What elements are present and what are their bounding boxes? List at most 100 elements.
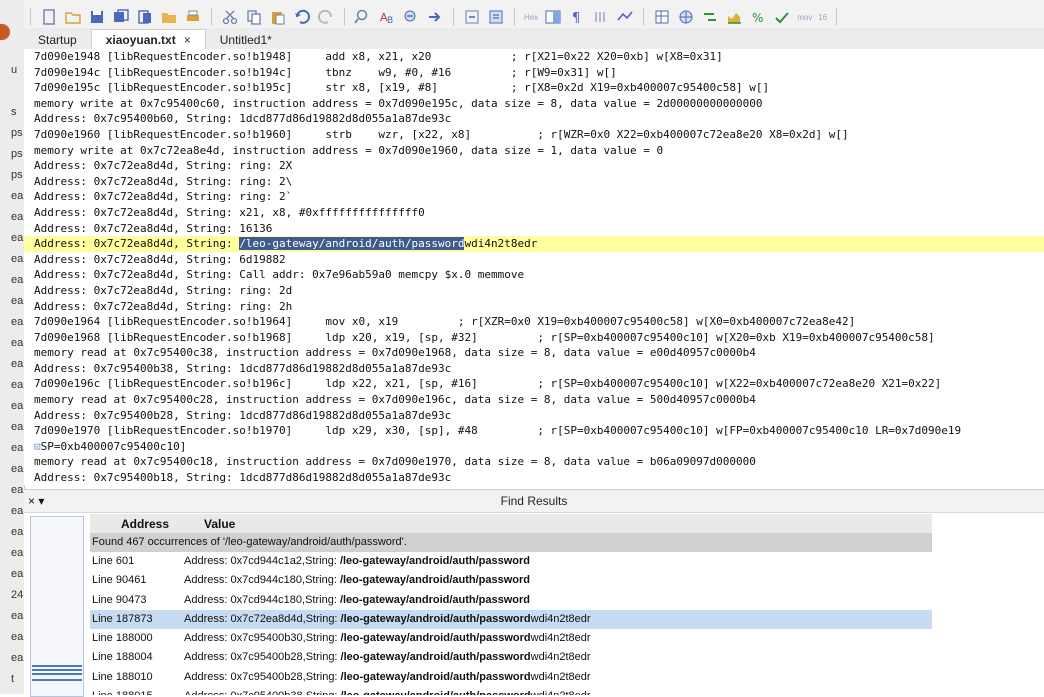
app-badge-icon: [0, 24, 10, 40]
result-row[interactable]: Line 187873 Address: 0x7c72ea8d4d,String:…: [90, 609, 932, 630]
result-row[interactable]: Line 90473 Address: 0x7cd944c180,String: …: [90, 591, 932, 610]
cut-icon[interactable]: [219, 6, 241, 28]
results-summary[interactable]: Found 467 occurrences of '/leo-gateway/a…: [90, 533, 932, 552]
columns-icon[interactable]: [590, 6, 612, 28]
toolbar-separator: [344, 8, 345, 26]
editor-line[interactable]: 7d090e1964 [libRequestEncoder.so!b1964] …: [24, 314, 1044, 330]
editor-line[interactable]: Address: 0x7c72ea8d4d, String: 6d19882: [24, 252, 1044, 268]
editor-line[interactable]: Address: 0x7c72ea8d4d, String: /leo-gate…: [24, 236, 1044, 252]
chart-icon[interactable]: [723, 6, 745, 28]
editor-line[interactable]: Address: 0x7c72ea8d4d, String: ring: 2`: [24, 189, 1044, 205]
find-in-files-icon[interactable]: [400, 6, 422, 28]
globe-icon[interactable]: [675, 6, 697, 28]
check-icon[interactable]: [771, 6, 793, 28]
find-icon[interactable]: [352, 6, 374, 28]
print-icon[interactable]: [182, 6, 204, 28]
copy-icon[interactable]: [243, 6, 265, 28]
results-overview-scrollbar[interactable]: [30, 516, 84, 697]
redo-icon[interactable]: [315, 6, 337, 28]
paste-icon[interactable]: [267, 6, 289, 28]
tab-1[interactable]: xiaoyuan.txt ×: [90, 29, 206, 49]
compare-icon[interactable]: [699, 6, 721, 28]
editor-line[interactable]: ⊡SP=0xb400007c95400c10]: [24, 439, 1044, 455]
result-line-number: Line 188004: [92, 651, 153, 664]
editor-line[interactable]: Address: 0x7c72ea8d4d, String: ring: 2d: [24, 283, 1044, 299]
editor-line[interactable]: Address: 0x7c95400b18, String: 1dcd877d8…: [24, 470, 1044, 485]
column-header-value[interactable]: Value: [200, 517, 235, 531]
result-line-number: Line 90461: [92, 574, 147, 587]
result-row[interactable]: Line 90461 Address: 0x7cd944c180,String: …: [90, 571, 932, 590]
result-row[interactable]: Line 601 Address: 0x7cd944c1a2,String: /l…: [90, 552, 932, 571]
background-text-fragment: ea: [11, 568, 24, 580]
editor-line[interactable]: Address: 0x7c95400b28, String: 1dcd877d8…: [24, 408, 1044, 424]
results-list[interactable]: Address Value Found 467 occurrences of '…: [90, 514, 932, 695]
editor-line[interactable]: memory read at 0x7c95400c28, instruction…: [24, 392, 1044, 408]
column-header-address[interactable]: Address: [90, 517, 200, 531]
number-format-button[interactable]: 16: [818, 13, 827, 22]
result-row[interactable]: Line 188000 Address: 0x7c95400b30,String:…: [90, 629, 932, 648]
asm-mode-button[interactable]: mov: [797, 13, 812, 22]
tab-bar: Startup xiaoyuan.txt × Untitled1*: [24, 28, 1044, 49]
goto-icon[interactable]: [424, 6, 446, 28]
save-all-icon[interactable]: [110, 6, 132, 28]
line-text: Address: 0x7c72ea8d4d, String: ring: 2\: [34, 174, 293, 188]
tab-0[interactable]: Startup: [24, 30, 91, 49]
result-row[interactable]: Line 188004 Address: 0x7c95400b28,String:…: [90, 648, 932, 667]
editor-line[interactable]: Address: 0x7c95400b38, String: 1dcd877d8…: [24, 361, 1044, 377]
editor-line[interactable]: memory write at 0x7c95400c60, instructio…: [24, 96, 1044, 112]
editor-line[interactable]: 7d090e195c [libRequestEncoder.so!b195c] …: [24, 80, 1044, 96]
line-text: 7d090e1968 [libRequestEncoder.so!b1968] …: [34, 330, 935, 344]
line-text: 7d090e1960 [libRequestEncoder.so!b1960] …: [34, 127, 849, 141]
split-icon[interactable]: [542, 6, 564, 28]
percent-icon[interactable]: %: [747, 6, 769, 28]
editor-line[interactable]: memory read at 0x7c95400c38, instruction…: [24, 345, 1044, 361]
result-match: /leo-gateway/android/auth/password: [340, 670, 531, 683]
open-folder-icon[interactable]: [62, 6, 84, 28]
match-marker: [32, 679, 82, 681]
paragraph-icon[interactable]: ¶: [566, 6, 588, 28]
editor-line[interactable]: Address: 0x7c72ea8d4d, String: ring: 2X: [24, 158, 1044, 174]
editor-line[interactable]: memory write at 0x7c72ea8e4d, instructio…: [24, 143, 1044, 159]
save-icon[interactable]: [86, 6, 108, 28]
toolbar-separator: [514, 8, 515, 26]
editor-line[interactable]: Address: 0x7c95400b60, String: 1dcd877d8…: [24, 111, 1044, 127]
editor-line[interactable]: 7d090e1948 [libRequestEncoder.so!b1948] …: [24, 49, 1044, 65]
background-text-fragment: 24: [11, 589, 24, 601]
editor-line[interactable]: memory read at 0x7c95400c18, instruction…: [24, 454, 1044, 470]
background-text-fragment: ea: [11, 211, 24, 223]
tab-2[interactable]: Untitled1*: [206, 30, 286, 49]
text-editor[interactable]: 7d090e1948 [libRequestEncoder.so!b1948] …: [24, 49, 1044, 485]
tab-close-icon[interactable]: ×: [184, 33, 191, 47]
selected-text[interactable]: /leo-gateway/android/auth/password: [239, 237, 465, 251]
find-next-icon[interactable]: [461, 6, 483, 28]
replace-icon[interactable]: AB: [376, 6, 398, 28]
undo-icon[interactable]: [291, 6, 313, 28]
match-marker: [32, 673, 82, 675]
background-text-fragment: s: [11, 106, 17, 118]
editor-line[interactable]: Address: 0x7c72ea8d4d, String: Call addr…: [24, 267, 1044, 283]
editor-line[interactable]: 7d090e1970 [libRequestEncoder.so!b1970] …: [24, 423, 1044, 439]
folder-icon[interactable]: [158, 6, 180, 28]
result-row[interactable]: Line 188010 Address: 0x7c95400b28,String:…: [90, 668, 932, 687]
line-text: memory read at 0x7c95400c18, instruction…: [34, 455, 756, 469]
find-all-icon[interactable]: [485, 6, 507, 28]
copy-doc-icon[interactable]: [134, 6, 156, 28]
svg-text:%: %: [752, 11, 763, 25]
editor-line[interactable]: 7d090e1960 [libRequestEncoder.so!b1960] …: [24, 127, 1044, 143]
line-text: Address: 0x7c95400b18, String: 1dcd877d8…: [34, 471, 452, 485]
calc-icon[interactable]: [651, 6, 673, 28]
background-text-fragment: ea: [11, 337, 24, 349]
editor-line[interactable]: 7d090e194c [libRequestEncoder.so!b194c] …: [24, 65, 1044, 81]
editor-line[interactable]: Address: 0x7c72ea8d4d, String: x21, x8, …: [24, 205, 1044, 221]
editor-line[interactable]: Address: 0x7c72ea8d4d, String: ring: 2\: [24, 174, 1044, 190]
new-file-icon[interactable]: [38, 6, 60, 28]
editor-line[interactable]: 7d090e1968 [libRequestEncoder.so!b1968] …: [24, 330, 1044, 346]
background-text-fragment: ea: [11, 253, 24, 265]
result-rest: wdi4n2t8edr: [530, 670, 591, 683]
editor-line[interactable]: Address: 0x7c72ea8d4d, String: ring: 2h: [24, 299, 1044, 315]
wave-icon[interactable]: [614, 6, 636, 28]
hex-mode-button[interactable]: Hex: [524, 13, 538, 22]
editor-line[interactable]: Address: 0x7c72ea8d4d, String: 16136: [24, 221, 1044, 237]
result-address: Address: 0x7cd944c1a2,String:: [184, 555, 340, 567]
editor-line[interactable]: 7d090e196c [libRequestEncoder.so!b196c] …: [24, 376, 1044, 392]
